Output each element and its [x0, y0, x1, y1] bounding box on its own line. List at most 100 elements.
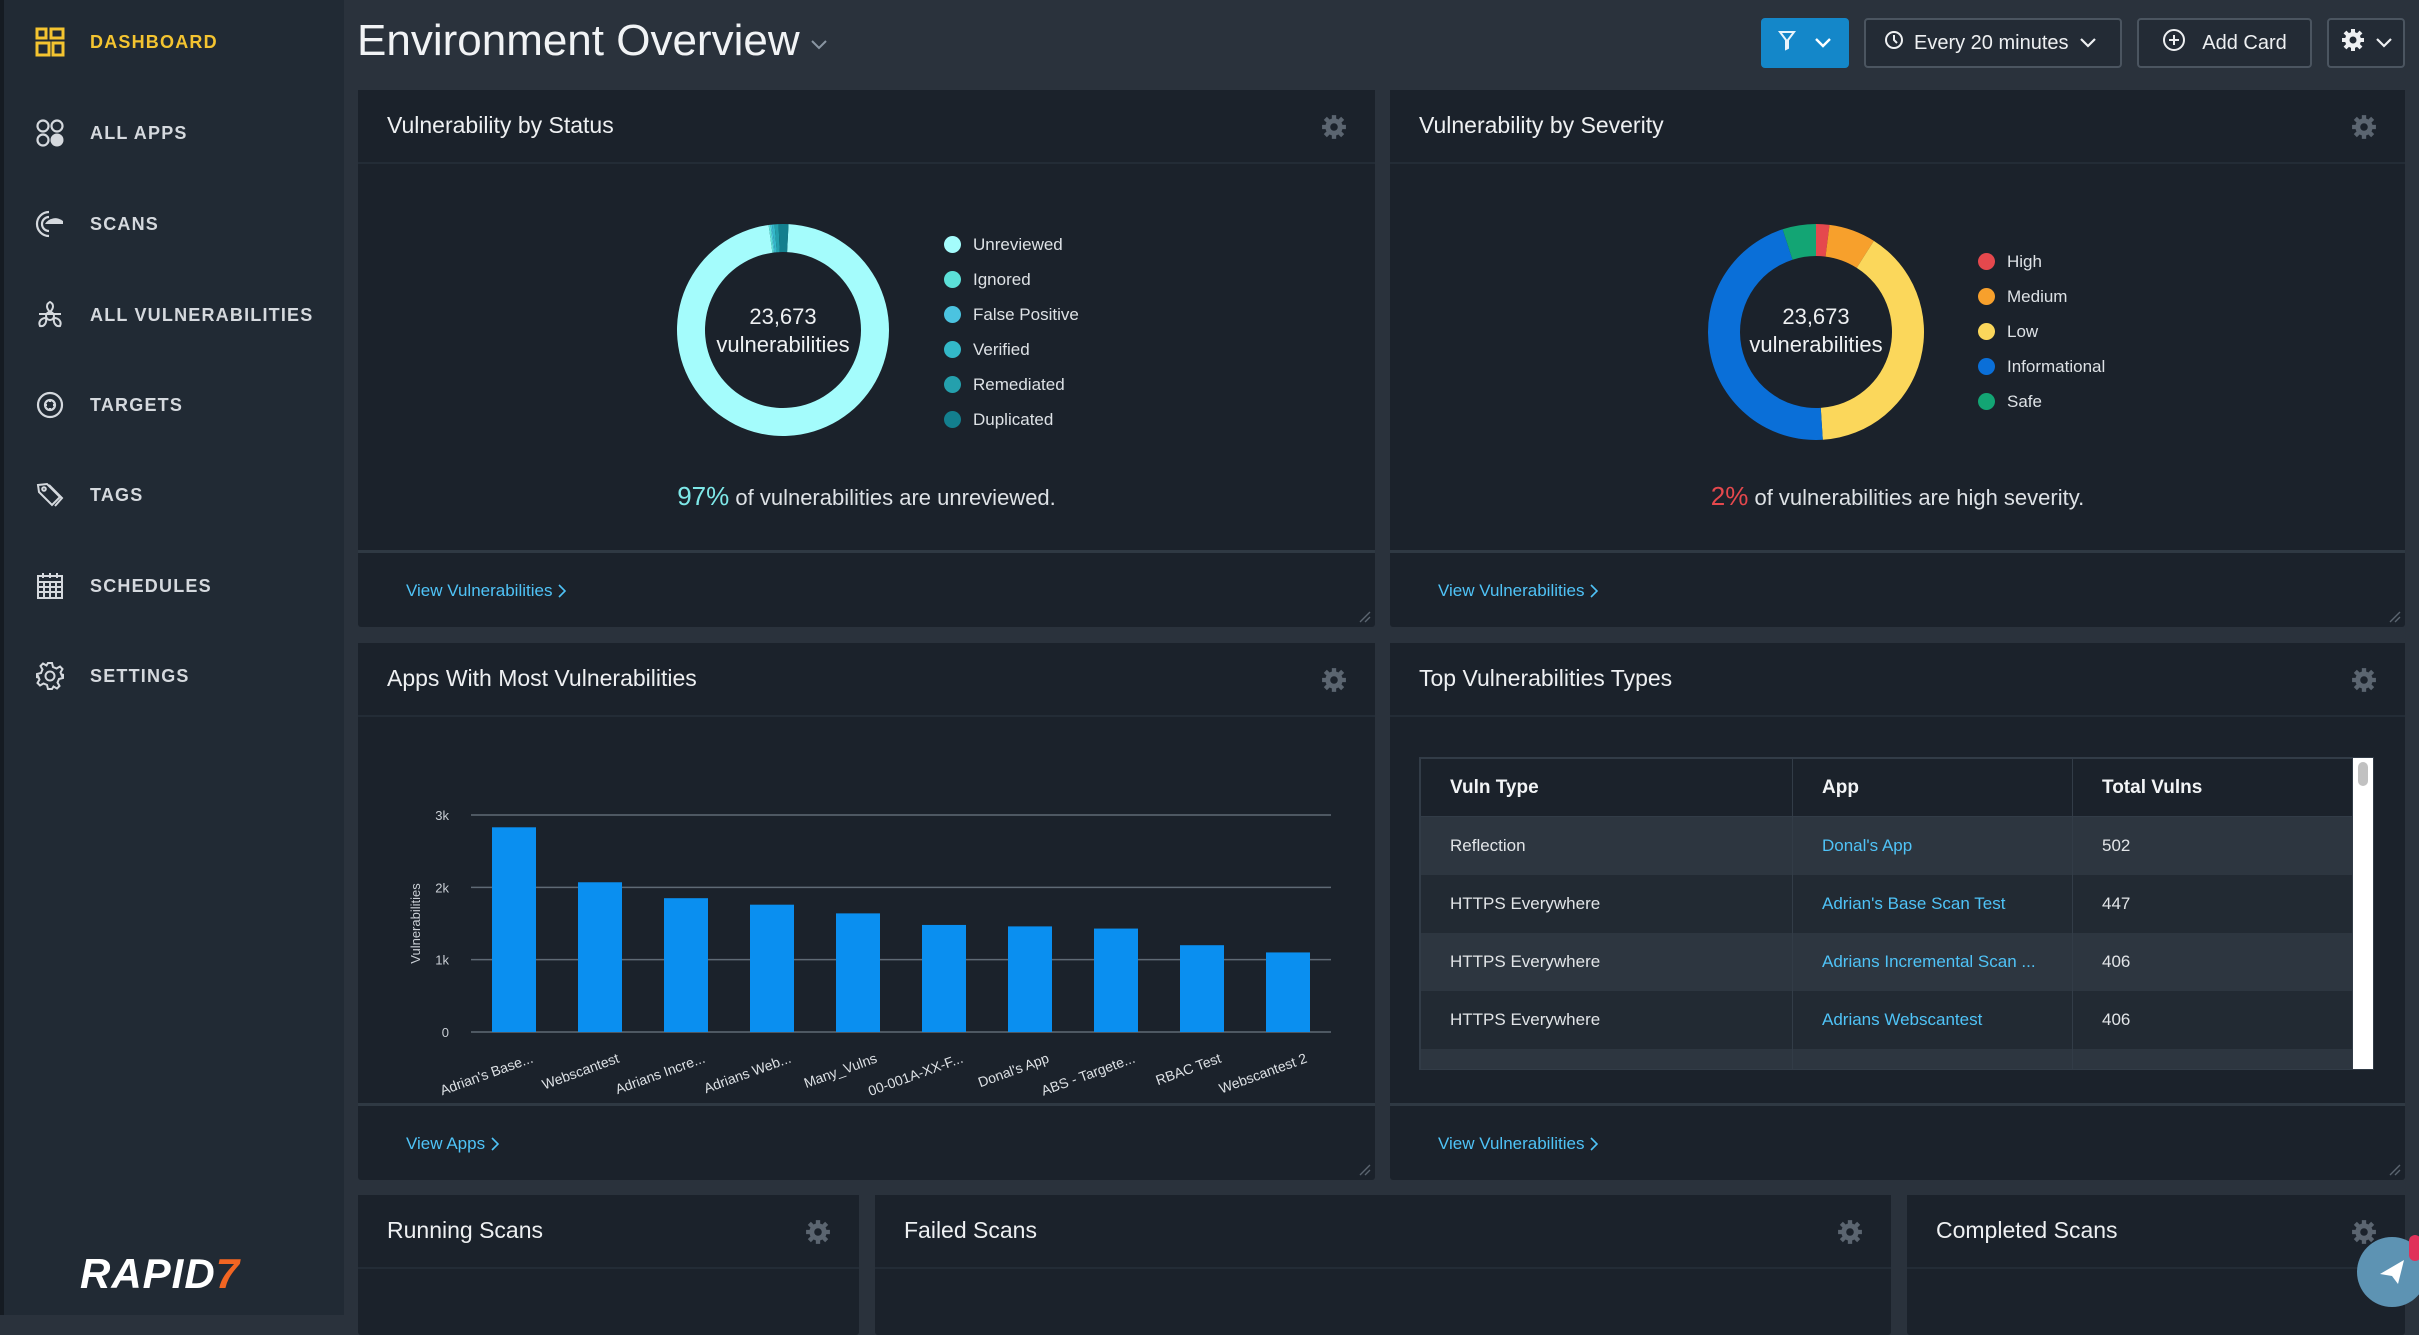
y-tick-label: 2k — [435, 880, 449, 895]
legend-item-medium[interactable]: Medium — [1978, 279, 2105, 314]
column-header-total-vulns[interactable]: Total Vulns — [2073, 759, 2353, 817]
gear-icon — [2341, 28, 2365, 58]
card-title: Vulnerability by Status — [387, 112, 614, 139]
resize-handle-icon[interactable] — [2387, 1162, 2401, 1176]
gear-icon[interactable] — [2351, 667, 2377, 693]
add-card-button[interactable]: Add Card — [2137, 18, 2312, 68]
sidebar-item-label: SCHEDULES — [90, 576, 212, 597]
view-vulnerabilities-link[interactable]: View Vulnerabilities — [1438, 581, 1598, 601]
chevron-down-icon[interactable] — [810, 35, 828, 56]
x-tick-label: Webscantest — [540, 1050, 621, 1093]
gear-icon[interactable] — [805, 1219, 831, 1245]
resize-handle-icon[interactable] — [2387, 609, 2401, 623]
bar-6 — [922, 925, 966, 1032]
apps-circles-icon — [34, 117, 66, 149]
legend-item-verified[interactable]: Verified — [944, 332, 1079, 367]
sidebar-item-dashboard[interactable]: DASHBOARD — [4, 12, 344, 72]
x-tick-label: Adrian's Base... — [438, 1050, 535, 1098]
sidebar-item-label: SETTINGS — [90, 666, 190, 687]
donut-slice-duplicated[interactable] — [779, 224, 789, 252]
gear-icon[interactable] — [1321, 114, 1347, 140]
refresh-interval-dropdown[interactable]: Every 20 minutes — [1864, 18, 2122, 68]
legend-swatch — [944, 411, 961, 428]
gear-icon[interactable] — [2351, 114, 2377, 140]
cell-total-vulns — [2073, 1049, 2353, 1071]
donut-center-label: 23,673 vulnerabilities — [677, 303, 889, 359]
filter-button[interactable] — [1761, 18, 1849, 68]
legend-swatch — [944, 341, 961, 358]
cell-app-link[interactable]: Adrian's Base Scan Test — [1793, 875, 2073, 933]
view-vulnerabilities-link[interactable]: View Vulnerabilities — [406, 581, 566, 601]
legend-item-informational[interactable]: Informational — [1978, 349, 2105, 384]
gear-icon[interactable] — [1837, 1219, 1863, 1245]
sidebar-item-label: ALL APPS — [90, 123, 188, 144]
legend-item-low[interactable]: Low — [1978, 314, 2105, 349]
gear-icon[interactable] — [1321, 667, 1347, 693]
legend-item-duplicated[interactable]: Duplicated — [944, 402, 1079, 437]
table-row: Reflection Donal's App 502 — [1421, 817, 2353, 875]
cell-vuln-type — [1421, 1049, 1793, 1071]
sidebar-item-all-apps[interactable]: ALL APPS — [4, 103, 344, 163]
legend-label: Duplicated — [973, 410, 1053, 430]
chevron-right-icon — [1590, 1137, 1598, 1151]
view-vulnerabilities-link[interactable]: View Vulnerabilities — [1438, 1134, 1598, 1154]
sidebar-item-settings[interactable]: SETTINGS — [4, 646, 344, 706]
rapid7-logo: RAPID7 — [80, 1250, 240, 1298]
legend-swatch — [1978, 323, 1995, 340]
card-failed-scans: Failed Scans — [875, 1195, 1891, 1335]
logo-text: RAPID — [80, 1250, 216, 1297]
card-title: Failed Scans — [904, 1217, 1037, 1244]
legend-item-unreviewed[interactable]: Unreviewed — [944, 227, 1079, 262]
card-vulnerability-by-status: Vulnerability by Status 23,673 vulnerabi… — [358, 90, 1375, 627]
filter-icon — [1778, 29, 1796, 57]
bar-2 — [578, 882, 622, 1032]
sidebar-item-targets[interactable]: TARGETS — [4, 375, 344, 435]
resize-handle-icon[interactable] — [1357, 609, 1371, 623]
page-title[interactable]: Environment Overview — [357, 16, 828, 66]
view-apps-link[interactable]: View Apps — [406, 1134, 499, 1154]
bar-7 — [1008, 926, 1052, 1032]
donut-center-label: 23,673 vulnerabilities — [1708, 303, 1924, 359]
y-tick-label: 0 — [442, 1025, 449, 1040]
column-header-app[interactable]: App — [1793, 759, 2073, 817]
cell-app-link[interactable]: Adrians Incremental Scan ... — [1793, 933, 2073, 991]
legend-swatch — [1978, 253, 1995, 270]
legend-item-ignored[interactable]: Ignored — [944, 262, 1079, 297]
sidebar: DASHBOARD ALL APPS SCANS ALL VULNERABILI… — [0, 0, 344, 1315]
card-title: Running Scans — [387, 1217, 543, 1244]
summary-percent: 2% — [1711, 481, 1749, 511]
sidebar-item-schedules[interactable]: SCHEDULES — [4, 556, 344, 616]
legend-item-safe[interactable]: Safe — [1978, 384, 2105, 419]
help-chat-button[interactable] — [2357, 1237, 2419, 1307]
y-tick-label: 3k — [435, 808, 449, 823]
cell-app-link[interactable]: Adrians Webscantest — [1793, 991, 2073, 1049]
add-card-label: Add Card — [2202, 32, 2287, 55]
bar-3 — [664, 898, 708, 1032]
legend-item-false-positive[interactable]: False Positive — [944, 297, 1079, 332]
donut-total-label: vulnerabilities — [1708, 331, 1924, 359]
cell-app-link[interactable]: Donal's App — [1793, 817, 2073, 875]
card-footer: View Vulnerabilities — [1390, 550, 2405, 627]
chevron-right-icon — [491, 1137, 499, 1151]
legend-label: Remediated — [973, 375, 1065, 395]
biohazard-icon — [34, 299, 66, 331]
card-apps-with-most-vulnerabilities: Apps With Most Vulnerabilities 01k2k3kVu… — [358, 643, 1375, 1180]
legend-item-high[interactable]: High — [1978, 244, 2105, 279]
dashboard-settings-button[interactable] — [2327, 18, 2405, 68]
sidebar-item-all-vulnerabilities[interactable]: ALL VULNERABILITIES — [4, 285, 344, 345]
resize-handle-icon[interactable] — [1357, 1162, 1371, 1176]
page-title-text: Environment Overview — [357, 16, 800, 66]
chevron-right-icon — [558, 584, 566, 598]
table-row: HTTPS Everywhere Adrians Incremental Sca… — [1421, 933, 2353, 991]
tags-icon — [34, 479, 66, 511]
scrollbar-thumb[interactable] — [2358, 762, 2368, 786]
chevron-down-icon — [2375, 32, 2393, 55]
sidebar-item-tags[interactable]: TAGS — [4, 465, 344, 525]
clock-icon — [1884, 30, 1904, 56]
table-scrollbar[interactable] — [2353, 758, 2373, 1069]
notification-badge — [2409, 1235, 2419, 1261]
legend-item-remediated[interactable]: Remediated — [944, 367, 1079, 402]
cell-app-link[interactable] — [1793, 1049, 2073, 1071]
sidebar-item-scans[interactable]: SCANS — [4, 194, 344, 254]
column-header-vuln-type[interactable]: Vuln Type — [1421, 759, 1793, 817]
